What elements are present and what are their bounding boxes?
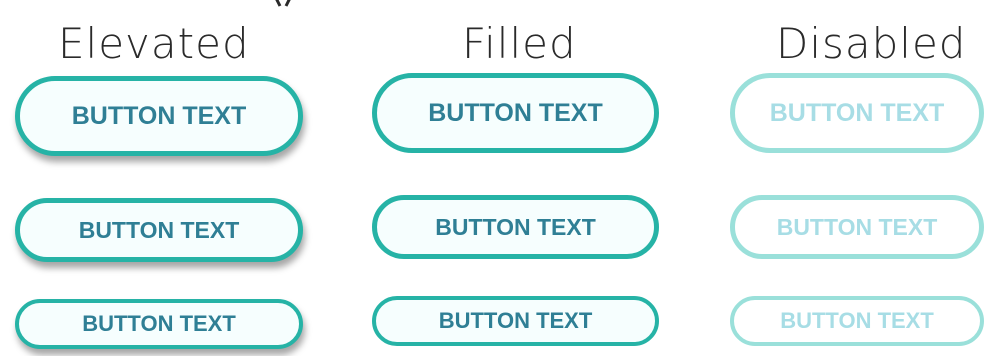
disabled-small-button: BUTTON TEXT	[730, 296, 984, 346]
elevated-large-button[interactable]: BUTTON TEXT	[15, 76, 303, 156]
column-title-disabled: Disabled	[776, 19, 967, 68]
column-title-filled: Filled	[462, 19, 577, 68]
elevated-small-button[interactable]: BUTTON TEXT	[15, 299, 303, 349]
cropped-heading-fragment	[268, 0, 308, 8]
filled-medium-button[interactable]: BUTTON TEXT	[372, 195, 659, 259]
disabled-medium-button: BUTTON TEXT	[730, 195, 984, 259]
elevated-medium-button[interactable]: BUTTON TEXT	[15, 198, 303, 262]
disabled-large-button: BUTTON TEXT	[730, 73, 984, 153]
filled-small-button[interactable]: BUTTON TEXT	[372, 296, 659, 346]
column-title-elevated: Elevated	[58, 19, 250, 68]
filled-large-button[interactable]: BUTTON TEXT	[372, 73, 659, 153]
